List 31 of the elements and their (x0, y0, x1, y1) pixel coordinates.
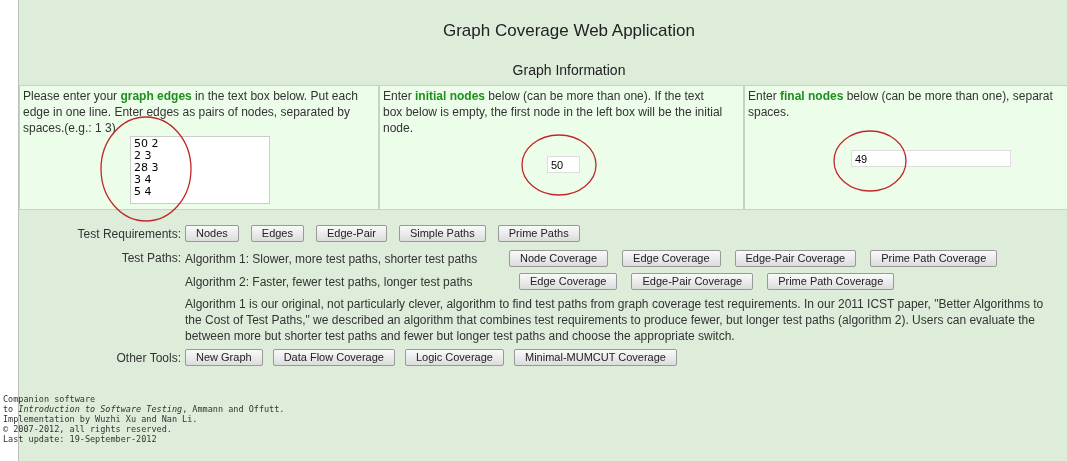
action-button[interactable]: Node Coverage (509, 250, 609, 267)
action-button[interactable]: Minimal-MUMCUT Coverage (514, 349, 677, 366)
instruction-text: Please enter your graph edges in the text box below. Put each edge in one line. Enter edges as pairs of nodes, separated by spaces.(e.g.: 1 3) (23, 87, 359, 136)
action-button[interactable]: Edge-Pair (316, 225, 387, 242)
action-button[interactable]: Simple Paths (398, 225, 486, 242)
action-button[interactable]: Edge Coverage (519, 273, 618, 290)
action-button[interactable]: Prime Paths (497, 225, 580, 242)
algorithm-label: Algorithm 1: Slower, more test paths, shorter test paths (185, 250, 479, 268)
action-button[interactable]: New Graph (185, 349, 263, 366)
section-title: Graph Information (511, 60, 627, 80)
action-button[interactable]: Logic Coverage (404, 349, 504, 366)
row-label: Test Paths: (120, 249, 181, 267)
action-button[interactable]: Edge Coverage (622, 250, 721, 267)
instruction-text: Enter final nodes below (can be more than one), separat spaces. (748, 87, 1054, 120)
description-text: Algorithm 1 is our original, not particularly clever, algorithm to find test paths from graph coverage test requirements. In our 2011 ICST paper, "Better Algorithms to the Cost of Test Paths," we described an algorithm that combines test requirements to produce fewer, but longer test paths (algorithm 2). Users can evaluate the between more but shorter test paths and fewer but longer test paths and choose the appropriate switch. (185, 295, 1045, 344)
action-button[interactable]: Prime Path Coverage (870, 250, 998, 267)
action-button[interactable]: Edge-Pair Coverage (631, 273, 754, 290)
action-button[interactable]: Data Flow Coverage (272, 349, 395, 366)
initial-nodes-field[interactable]: 50 (547, 156, 580, 173)
instruction-text: Enter initial nodes below (can be more than one). If the text box below is empty, the first node in the left box will be the initial node. (383, 87, 724, 136)
action-button[interactable]: Edge-Pair Coverage (734, 250, 857, 267)
action-button[interactable]: Prime Path Coverage (767, 273, 895, 290)
footer-text: Companion software to Introduction to Software Testing, Ammann and Offutt. Implementation by Wuzhi Xu and Nan Li. © 2007-2012, all rights reserved. Last update: 19-September-2012 (3, 393, 286, 444)
edges-field[interactable]: 50 2 2 3 28 3 3 4 5 4 (130, 135, 270, 204)
row-label: Test Requirements: (76, 225, 181, 243)
algorithm-label: Algorithm 2: Faster, fewer test paths, longer test paths (185, 273, 474, 291)
page-title: Graph Coverage Web Application (442, 20, 696, 42)
final-nodes-field[interactable]: 49 (851, 150, 1011, 167)
action-button[interactable]: Nodes (185, 225, 239, 242)
row-label: Other Tools: (115, 349, 181, 367)
action-button[interactable]: Edges (250, 225, 304, 242)
